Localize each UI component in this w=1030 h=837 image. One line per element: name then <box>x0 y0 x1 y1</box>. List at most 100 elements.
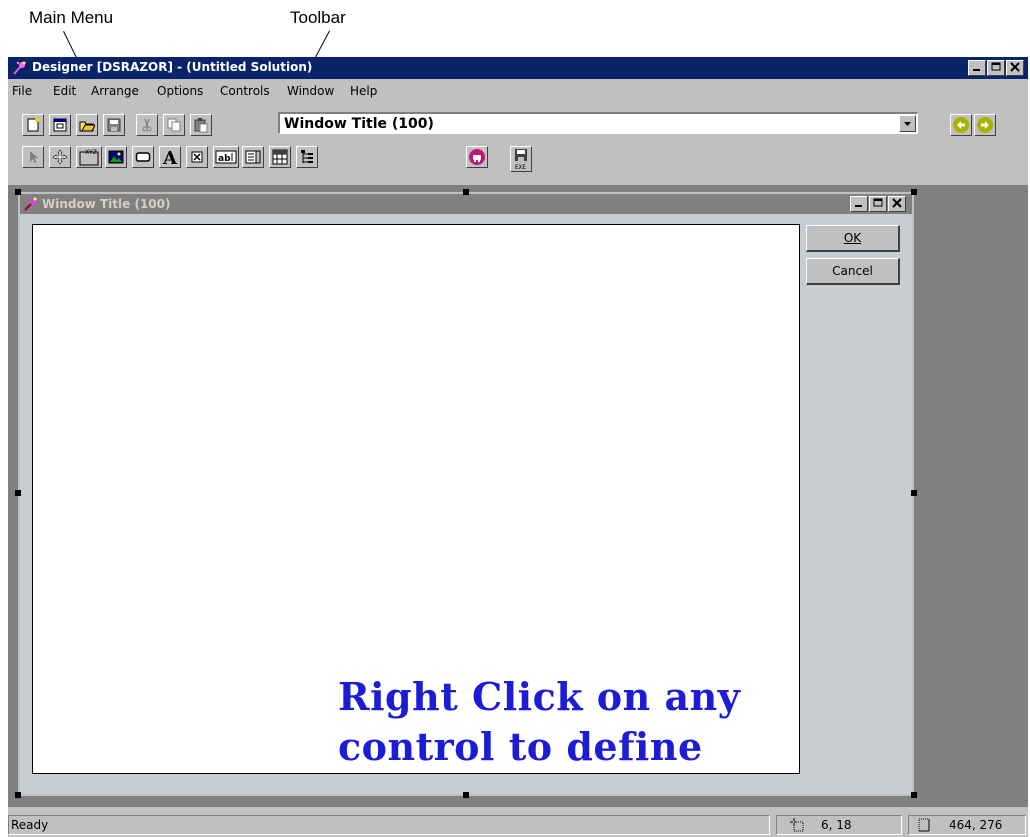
grid-tool[interactable] <box>269 146 291 168</box>
chevron-down-icon <box>904 122 911 126</box>
main-menu-callout: Main Menu <box>29 8 114 27</box>
menu-edit[interactable]: Edit <box>53 84 76 98</box>
picture-tool[interactable] <box>105 146 127 168</box>
open-button[interactable] <box>76 114 98 136</box>
resize-handle[interactable] <box>911 189 917 195</box>
status-text: Ready <box>11 818 49 832</box>
designed-window-client: Right Click on any control to define OK … <box>20 214 912 794</box>
checkbox-icon <box>191 151 203 163</box>
label-tool[interactable]: A <box>159 146 181 168</box>
svg-text:ab: ab <box>218 154 231 164</box>
svg-text:XYZ: XYZ <box>85 149 97 156</box>
tree-tool[interactable] <box>296 146 318 168</box>
size-icon <box>918 818 930 832</box>
copy-icon <box>167 118 181 132</box>
position-value: 6, 18 <box>821 818 852 832</box>
designer-app-icon <box>13 61 26 75</box>
menu-file[interactable]: File <box>12 84 32 98</box>
status-message-panel: Ready <box>8 815 770 835</box>
position-icon <box>790 818 804 832</box>
minimize-icon[interactable] <box>850 196 868 212</box>
designer-app-window: Designer [DSRAZOR] - (Untitled Solution)… <box>8 57 1028 837</box>
cut-button[interactable] <box>136 114 158 136</box>
checkbox-tool[interactable] <box>186 146 208 168</box>
run-button[interactable] <box>466 146 488 168</box>
forward-icon <box>977 117 993 133</box>
menu-options[interactable]: Options <box>157 84 203 98</box>
save-button[interactable] <box>103 114 125 136</box>
pointer-tool[interactable] <box>22 146 44 168</box>
new-window-icon <box>53 118 67 132</box>
status-bar: Ready 6, 18 464, 276 <box>8 813 1028 837</box>
size-panel: 464, 276 <box>908 815 1026 835</box>
cancel-button[interactable]: Cancel <box>806 258 900 285</box>
new-window-button[interactable] <box>49 114 71 136</box>
menu-window[interactable]: Window <box>287 84 334 98</box>
edit-field-tool[interactable]: ab <box>213 146 239 168</box>
dropdown-button[interactable] <box>899 115 916 132</box>
cancel-button-label: Cancel <box>832 264 873 278</box>
save-icon <box>107 118 121 132</box>
picture-icon <box>108 150 124 164</box>
next-button[interactable] <box>974 114 996 136</box>
resize-handle[interactable] <box>911 490 917 496</box>
svg-text:EXE: EXE <box>515 164 526 170</box>
label-icon: A <box>162 148 178 166</box>
design-canvas[interactable]: Right Click on any control to define <box>32 224 800 774</box>
resize-handle[interactable] <box>15 792 21 798</box>
cut-icon <box>142 118 152 132</box>
paste-button[interactable] <box>190 114 212 136</box>
app-title: Designer [DSRAZOR] - (Untitled Solution) <box>32 60 313 74</box>
new-solution-button[interactable] <box>22 114 44 136</box>
tree-icon <box>301 150 313 163</box>
open-icon <box>79 121 95 132</box>
designed-window-title: Window Title (100) <box>42 197 171 211</box>
group-box-tool[interactable]: XYZ <box>76 146 102 168</box>
list-box-tool[interactable] <box>242 146 264 168</box>
app-titlebar[interactable]: Designer [DSRAZOR] - (Untitled Solution) <box>8 57 1028 79</box>
new-icon <box>27 118 39 132</box>
maximize-icon[interactable] <box>869 196 887 212</box>
build-exe-button[interactable]: EXE <box>510 146 532 172</box>
designed-window[interactable]: Window Title (100) Right Click on any co… <box>18 192 914 796</box>
window-selector-value: Window Title (100) <box>284 116 434 132</box>
minimize-icon[interactable] <box>968 60 986 76</box>
toolbar-callout: Toolbar <box>290 8 346 27</box>
ok-button-label: OK <box>843 231 862 245</box>
app-window-buttons <box>967 60 1024 76</box>
back-icon <box>953 117 969 133</box>
resize-handle[interactable] <box>911 792 917 798</box>
window-designer-icon <box>24 197 37 211</box>
mdi-workspace: Window Title (100) Right Click on any co… <box>8 185 1028 807</box>
ok-button[interactable]: OK <box>806 225 900 252</box>
build-exe-icon: EXE <box>515 149 527 170</box>
svg-text:A: A <box>162 148 178 166</box>
previous-button[interactable] <box>950 114 972 136</box>
window-selector-dropdown[interactable]: Window Title (100) <box>278 112 918 134</box>
menu-controls[interactable]: Controls <box>220 84 270 98</box>
designed-window-titlebar[interactable]: Window Title (100) <box>20 194 912 214</box>
menu-arrange[interactable]: Arrange <box>91 84 139 98</box>
copy-button[interactable] <box>163 114 185 136</box>
position-panel: 6, 18 <box>776 815 902 835</box>
run-icon <box>469 149 485 165</box>
resize-handle[interactable] <box>463 792 469 798</box>
size-value: 464, 276 <box>949 818 1003 832</box>
move-tool[interactable] <box>49 146 71 168</box>
right-click-hint: Right Click on any control to define <box>338 674 741 769</box>
resize-handle[interactable] <box>15 189 21 195</box>
list-box-icon <box>245 150 261 164</box>
maximize-icon[interactable] <box>987 60 1005 76</box>
button-icon <box>135 152 151 162</box>
pointer-icon <box>30 151 38 163</box>
close-icon[interactable] <box>1006 60 1024 76</box>
button-tool[interactable] <box>132 146 154 168</box>
menu-help[interactable]: Help <box>350 84 377 98</box>
resize-handle[interactable] <box>15 490 21 496</box>
move-icon <box>52 149 68 165</box>
edit-field-icon: ab <box>215 150 237 164</box>
paste-icon <box>194 118 208 133</box>
resize-handle[interactable] <box>463 189 469 195</box>
close-icon[interactable] <box>888 196 906 212</box>
designed-window-buttons <box>849 196 906 212</box>
